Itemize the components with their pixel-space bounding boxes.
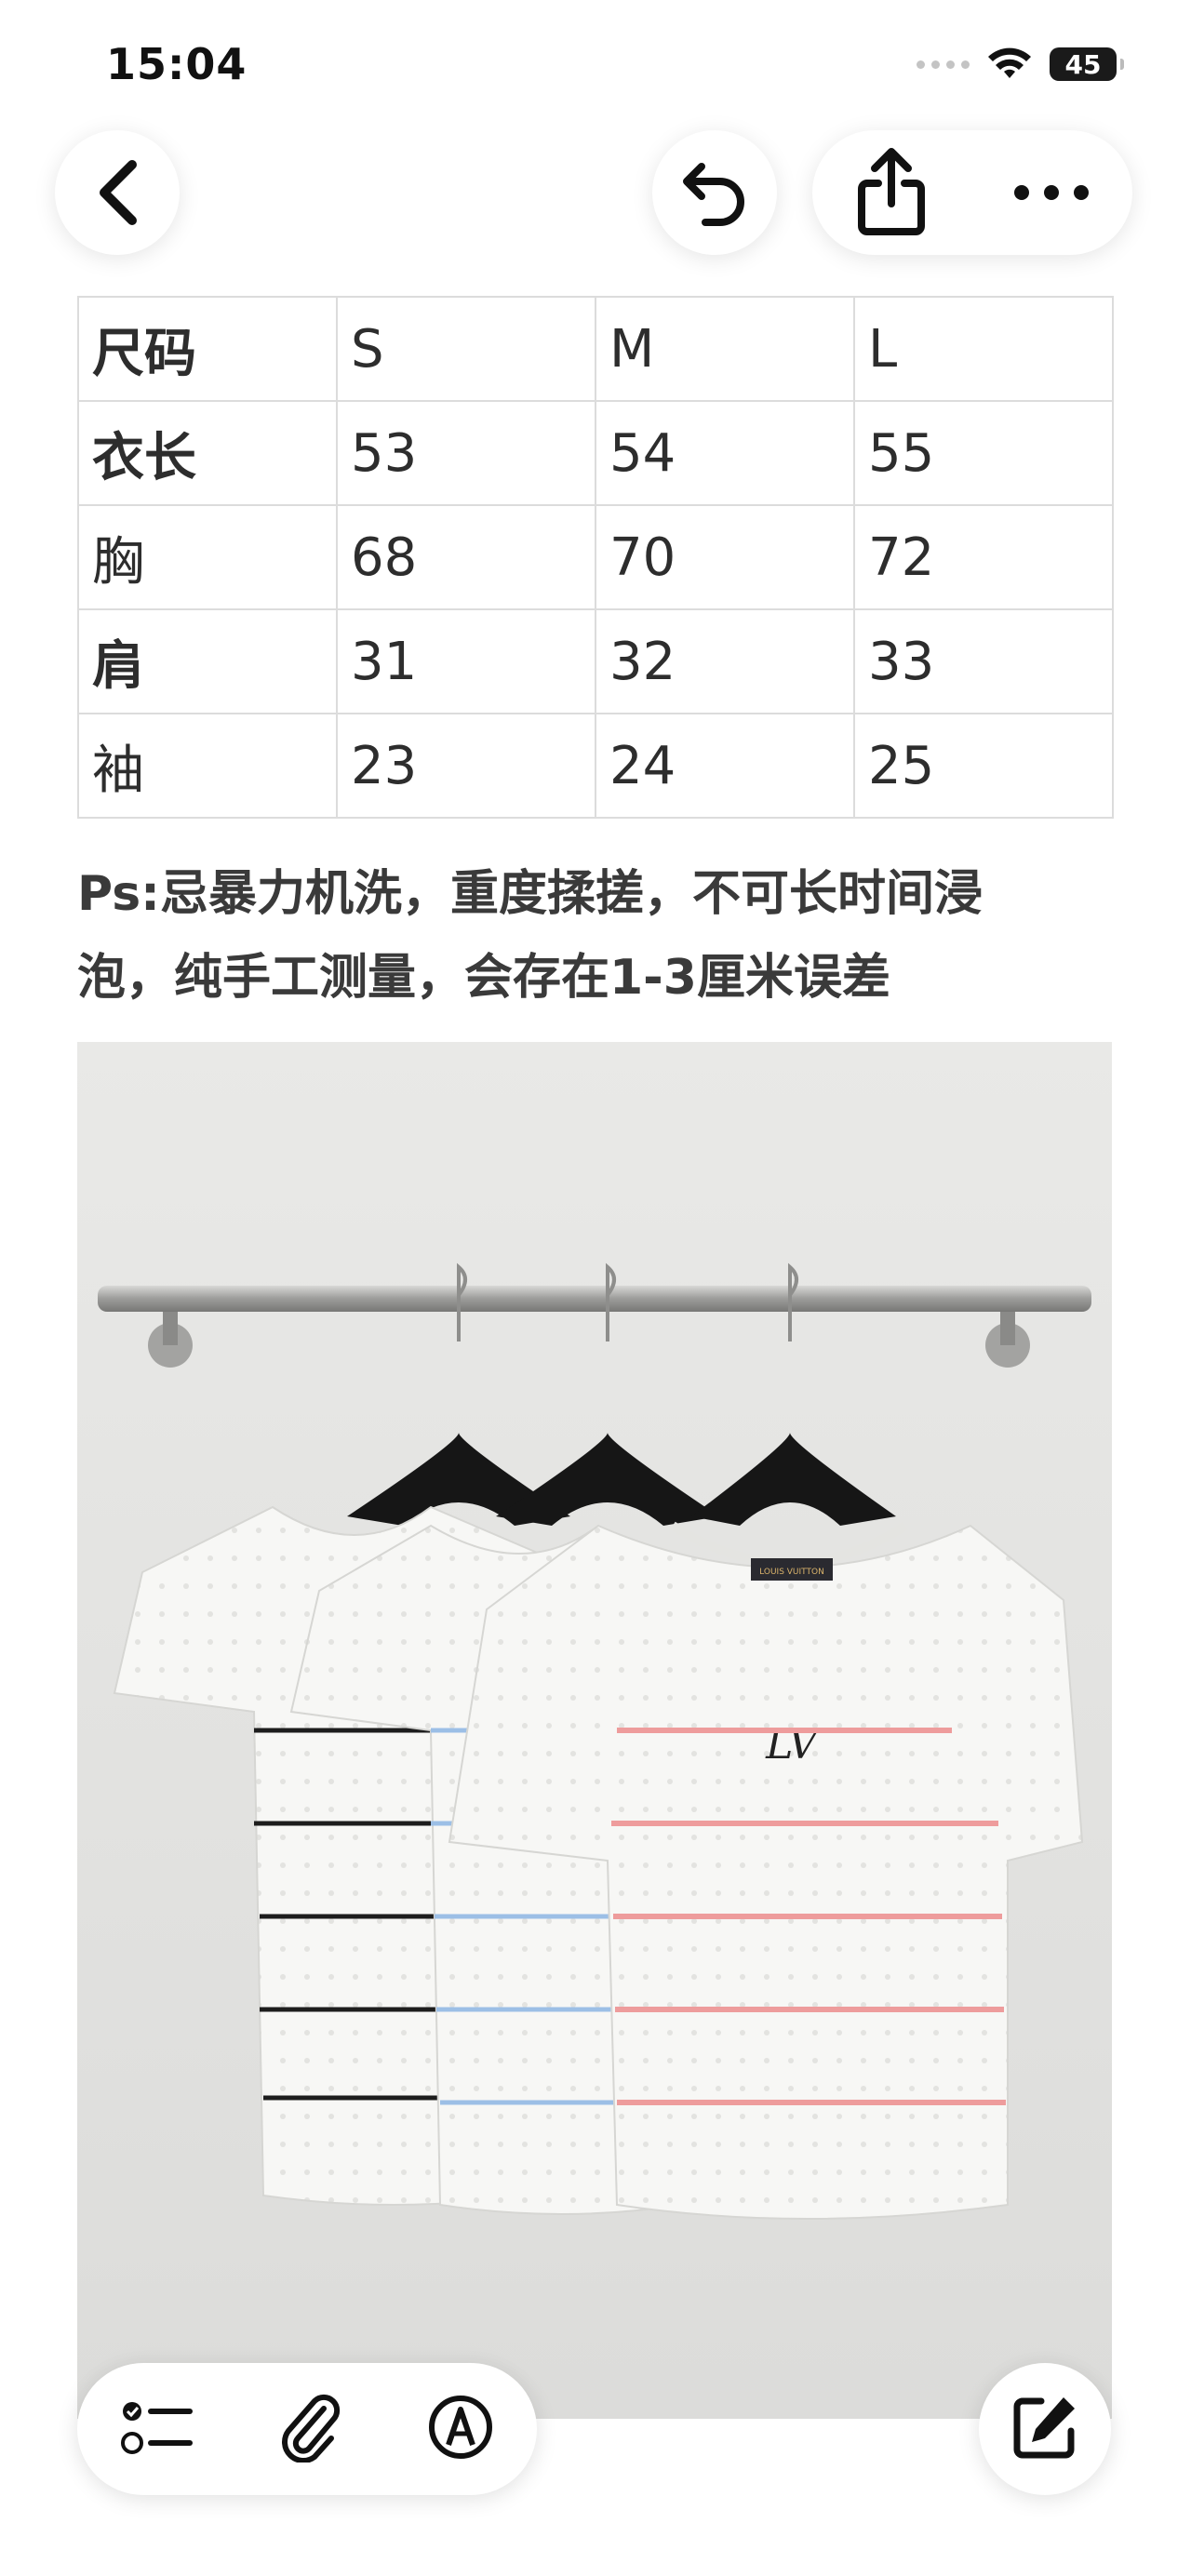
- checklist-icon[interactable]: [119, 2395, 194, 2463]
- table-row: 袖 23 24 25: [77, 713, 1114, 819]
- table-cell: 70: [595, 504, 855, 610]
- table-cell: 53: [336, 400, 596, 506]
- table-cell: 32: [595, 608, 855, 714]
- care-note-line: Ps:忌暴力机洗，重度揉搓，不可长时间浸: [77, 866, 983, 922]
- table-cell: 55: [853, 400, 1114, 506]
- brand-label-text: LOUIS VUITTON: [759, 1568, 824, 1577]
- share-more-group: [812, 130, 1132, 255]
- clothes-rail: [98, 1286, 1091, 1312]
- compose-icon: [1008, 2390, 1082, 2468]
- table-cell: 68: [336, 504, 596, 610]
- markup-pen-icon[interactable]: [426, 2393, 495, 2465]
- table-cell: 25: [853, 713, 1114, 819]
- table-cell: 72: [853, 504, 1114, 610]
- status-icons: 45: [917, 47, 1124, 82]
- product-photo-illustration: LOUIS VUITTON LV: [77, 1042, 1112, 2419]
- product-photo[interactable]: LOUIS VUITTON LV: [77, 1042, 1112, 2419]
- table-cell: M: [595, 296, 855, 402]
- table-cell: 24: [595, 713, 855, 819]
- table-row: 尺码 S M L: [77, 296, 1114, 402]
- table-row: 胸 68 70 72: [77, 504, 1114, 610]
- wifi-icon: [988, 47, 1031, 78]
- table-cell: 33: [853, 608, 1114, 714]
- battery-icon: 45: [1050, 47, 1124, 81]
- compose-button[interactable]: [979, 2363, 1111, 2495]
- table-row: 衣长 53 54 55: [77, 400, 1114, 506]
- size-table: 尺码 S M L 衣长 53 54 55 胸 68 70 72 肩 31 32 …: [77, 296, 1114, 819]
- table-cell: 23: [336, 713, 596, 819]
- paperclip-icon[interactable]: [277, 2392, 342, 2466]
- note-page: 15:04 45 尺码 S M L 衣长 53 54 55 胸 68 70 72…: [0, 0, 1191, 2576]
- table-row: 肩 31 32 33: [77, 608, 1114, 714]
- status-time: 15:04: [106, 39, 248, 89]
- table-cell: 衣长: [77, 400, 338, 506]
- care-note: Ps:忌暴力机洗，重度揉搓，不可长时间浸 泡，纯手工测量，会存在1-3厘米误差: [77, 852, 1129, 1020]
- care-note-line: 泡，纯手工测量，会存在1-3厘米误差: [77, 950, 890, 1006]
- ellipsis-icon[interactable]: [1012, 183, 1091, 202]
- table-cell: 尺码: [77, 296, 338, 402]
- table-cell: L: [853, 296, 1114, 402]
- table-cell: 胸: [77, 504, 338, 610]
- table-cell: S: [336, 296, 596, 402]
- back-button[interactable]: [55, 130, 180, 255]
- table-cell: 31: [336, 608, 596, 714]
- table-cell: 54: [595, 400, 855, 506]
- undo-icon: [679, 159, 750, 226]
- cellular-signal-icon: [917, 60, 970, 69]
- table-cell: 肩: [77, 608, 338, 714]
- share-icon[interactable]: [854, 148, 929, 237]
- chevron-left-icon: [93, 159, 141, 226]
- undo-button[interactable]: [652, 130, 777, 255]
- table-cell: 袖: [77, 713, 338, 819]
- bottom-toolbar: [77, 2363, 537, 2495]
